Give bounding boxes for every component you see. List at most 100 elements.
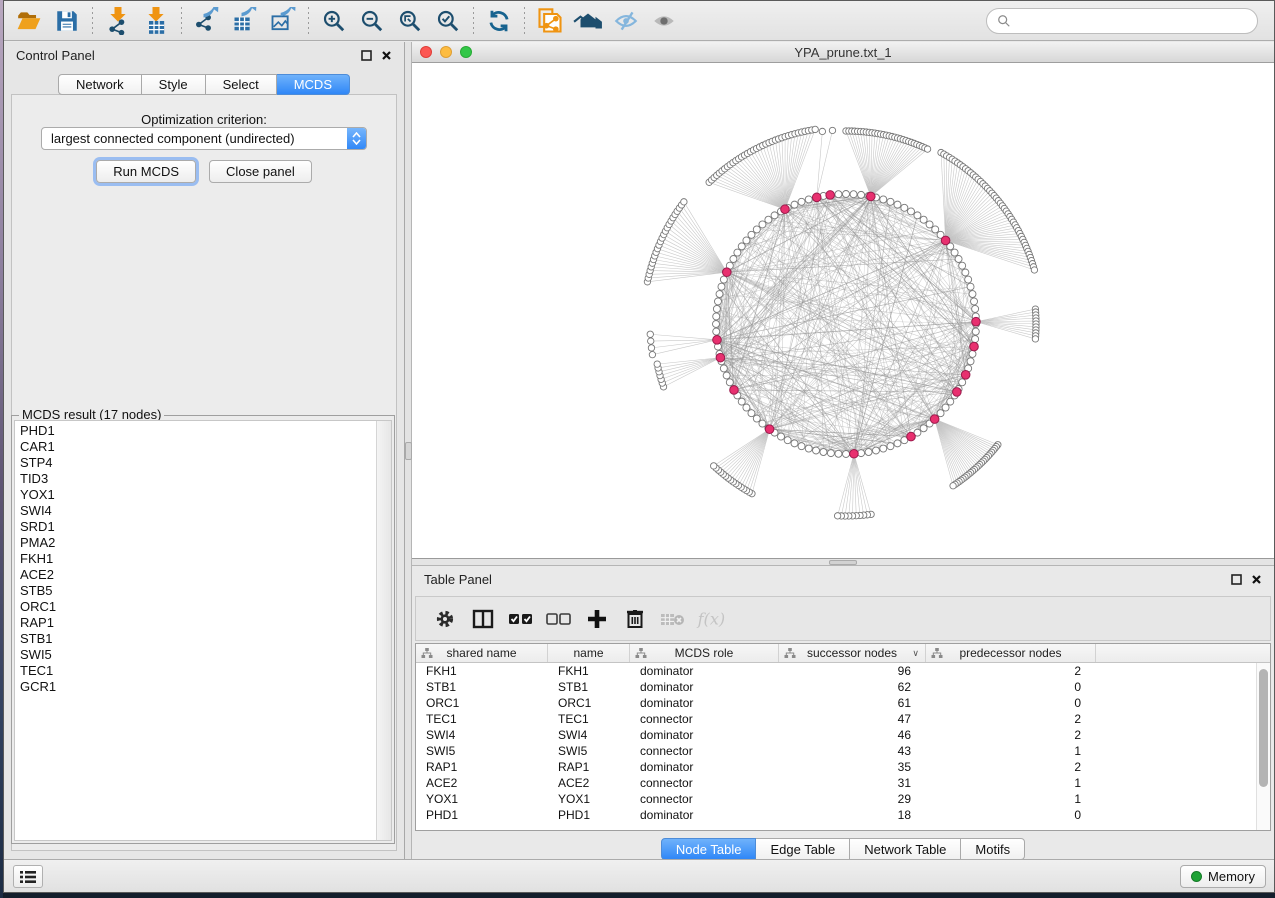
network-node[interactable] [843,191,850,198]
table-row[interactable]: STB1STB1dominator620 [416,679,1270,695]
export-table-button[interactable] [226,5,264,37]
table-settings-button[interactable] [428,602,462,636]
delete-columns-button[interactable] [618,602,652,636]
cell-MCDS-role[interactable]: dominator [630,679,779,695]
network-node[interactable] [969,350,976,357]
cell-successor-nodes[interactable]: 61 [779,695,926,711]
cell-predecessor-nodes[interactable]: 2 [926,727,1096,743]
cell-predecessor-nodes[interactable]: 1 [926,775,1096,791]
network-node[interactable] [743,404,750,411]
network-node[interactable] [798,198,805,205]
column-header-predecessor-nodes[interactable]: predecessor nodes [926,644,1096,662]
cell-name[interactable]: SWI5 [548,743,630,759]
network-node[interactable] [771,212,778,219]
cell-name[interactable]: FKH1 [548,663,630,679]
network-node[interactable] [713,305,720,312]
open-file-button[interactable] [10,5,48,37]
mcds-result-item[interactable]: TID3 [20,471,376,487]
tab-network-table[interactable]: Network Table [850,838,961,860]
cell-name[interactable]: ORC1 [548,695,630,711]
cell-name[interactable]: ACE2 [548,775,630,791]
network-node[interactable] [748,231,755,238]
scrollbar-thumb[interactable] [1259,669,1268,787]
close-panel-icon[interactable] [1251,574,1262,585]
table-row[interactable]: ACE2ACE2connector311 [416,775,1270,791]
network-node[interactable] [734,249,741,256]
tab-node-table[interactable]: Node Table [661,838,757,860]
cell-name[interactable]: SWI4 [548,727,630,743]
maximize-window-button[interactable] [460,46,472,58]
network-node[interactable] [880,445,887,452]
network-node[interactable] [791,201,798,208]
search-input[interactable] [1011,14,1247,29]
minimize-window-button[interactable] [440,46,452,58]
memory-button[interactable]: Memory [1180,865,1266,888]
network-node[interactable] [967,358,974,365]
network-node[interactable] [947,398,954,405]
network-node[interactable] [730,256,737,263]
network-node[interactable] [784,437,791,444]
copy-network-button[interactable] [531,5,569,37]
zoom-out-button[interactable] [353,5,391,37]
splitter-grip[interactable] [829,560,857,565]
zoom-fit-button[interactable] [391,5,429,37]
column-header-name[interactable]: name [548,644,630,662]
leaf-node[interactable] [648,338,654,344]
network-node[interactable] [759,221,766,228]
leaf-node[interactable] [819,128,825,134]
network-node[interactable] [959,379,966,386]
mcds-result-item[interactable]: STP4 [20,455,376,471]
cell-name[interactable]: PHD1 [548,807,630,823]
mcds-result-item[interactable]: RAP1 [20,615,376,631]
mcds-hub-node[interactable] [941,236,950,245]
network-node[interactable] [937,410,944,417]
cell-successor-nodes[interactable]: 35 [779,759,926,775]
network-node[interactable] [908,208,915,215]
mcds-result-item[interactable]: YOX1 [20,487,376,503]
close-panel-icon[interactable] [381,50,392,61]
network-node[interactable] [920,425,927,432]
mcds-hub-node[interactable] [850,449,859,458]
column-header-successor-nodes[interactable]: successor nodes∨ [779,644,926,662]
cell-shared-name[interactable]: FKH1 [416,663,548,679]
network-node[interactable] [880,196,887,203]
cell-successor-nodes[interactable]: 47 [779,711,926,727]
mcds-hub-node[interactable] [930,415,939,424]
cell-predecessor-nodes[interactable]: 2 [926,663,1096,679]
cell-successor-nodes[interactable]: 31 [779,775,926,791]
network-node[interactable] [713,321,720,328]
cell-MCDS-role[interactable]: dominator [630,695,779,711]
run-mcds-button[interactable]: Run MCDS [96,160,196,183]
network-node[interactable] [969,291,976,298]
network-node[interactable] [932,226,939,233]
network-node[interactable] [798,443,805,450]
cell-name[interactable]: YOX1 [548,791,630,807]
network-node[interactable] [765,216,772,223]
cell-MCDS-role[interactable]: dominator [630,727,779,743]
cell-predecessor-nodes[interactable]: 2 [926,711,1096,727]
mcds-hub-node[interactable] [812,193,821,202]
mcds-result-item[interactable]: PMA2 [20,535,376,551]
close-panel-button[interactable]: Close panel [209,160,312,183]
mcds-hub-node[interactable] [730,386,739,395]
leaf-node[interactable] [710,463,716,469]
table-row[interactable]: PHD1PHD1dominator180 [416,807,1270,823]
network-node[interactable] [967,283,974,290]
import-network-button[interactable] [99,5,137,37]
table-row[interactable]: SWI4SWI4dominator462 [416,727,1270,743]
network-node[interactable] [720,365,727,372]
cell-successor-nodes[interactable]: 18 [779,807,926,823]
leaf-node[interactable] [829,127,835,133]
hide-columns-button[interactable] [542,602,576,636]
cell-shared-name[interactable]: RAP1 [416,759,548,775]
mcds-hub-node[interactable] [722,268,731,277]
network-node[interactable] [827,450,834,457]
cell-MCDS-role[interactable]: connector [630,711,779,727]
mcds-hub-node[interactable] [781,205,790,214]
mcds-result-list[interactable]: PHD1CAR1STP4TID3YOX1SWI4SRD1PMA2FKH1ACE2… [14,420,392,841]
tab-network[interactable]: Network [58,74,142,95]
cell-predecessor-nodes[interactable]: 0 [926,695,1096,711]
mcds-hub-node[interactable] [972,317,981,326]
cell-name[interactable]: RAP1 [548,759,630,775]
network-node[interactable] [971,298,978,305]
